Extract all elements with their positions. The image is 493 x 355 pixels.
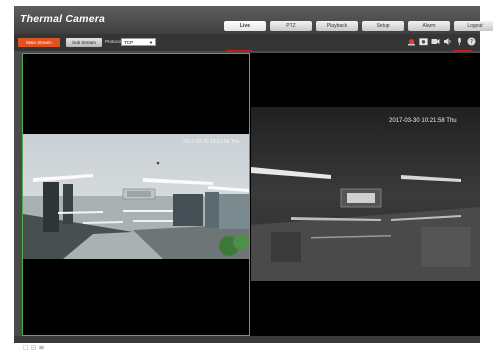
speaker-icon[interactable] <box>443 37 452 46</box>
app-window: Thermal Camera Live PTZ Playback Setup A… <box>14 6 493 351</box>
tab-playback[interactable]: Playback <box>316 21 358 31</box>
layout-single-icon[interactable] <box>23 337 29 351</box>
app-title: Thermal Camera <box>20 13 106 25</box>
visible-camera-feed <box>23 134 249 259</box>
record-icon[interactable] <box>431 37 440 46</box>
protocol-value: TCP <box>124 39 133 45</box>
protocol-label: Protocol <box>105 39 122 44</box>
tab-logout[interactable]: Logout <box>454 21 493 31</box>
layout-quad-icon[interactable] <box>31 337 37 351</box>
snapshot-icon[interactable] <box>419 37 428 46</box>
alert-indicator-right <box>454 50 472 52</box>
main-nav: Live PTZ Playback Setup Alarm Logout <box>224 21 493 31</box>
tab-live[interactable]: Live <box>224 21 266 31</box>
help-icon[interactable]: ? <box>467 37 476 46</box>
toolbar-icons: ? <box>407 37 476 46</box>
video-pane-thermal[interactable]: 2017-03-30 10:21:58 Thu <box>251 53 480 336</box>
live-toolbar: Main Stream Sub Stream Protocol TCP ▼ ? <box>14 34 480 51</box>
tab-ptz[interactable]: PTZ <box>270 21 312 31</box>
protocol-select[interactable]: TCP ▼ <box>121 38 156 46</box>
video-area: 2017-03-30 10:21:58 Thu 2017-03-30 10:21… <box>22 53 480 336</box>
right-timestamp: 2017-03-30 10:21:58 Thu <box>389 118 457 124</box>
svg-text:?: ? <box>470 39 473 46</box>
fullscreen-icon[interactable] <box>39 337 44 350</box>
chevron-down-icon: ▼ <box>149 40 153 45</box>
tab-alarm[interactable]: Alarm <box>408 21 450 31</box>
alarm-icon[interactable] <box>407 37 416 46</box>
alert-indicator-left <box>226 50 252 52</box>
video-pane-visible[interactable]: 2017-03-30 10:21:58 Thu <box>22 53 250 336</box>
tab-setup[interactable]: Setup <box>362 21 404 31</box>
main-stream-button[interactable]: Main Stream <box>18 38 60 47</box>
status-bar <box>14 336 480 351</box>
microphone-icon[interactable] <box>455 37 464 46</box>
sub-stream-button[interactable]: Sub Stream <box>66 38 102 47</box>
left-timestamp: 2017-03-30 10:21:58 Thu <box>183 139 240 145</box>
header-bar: Thermal Camera Live PTZ Playback Setup A… <box>14 6 493 34</box>
thermal-camera-feed <box>251 107 480 281</box>
